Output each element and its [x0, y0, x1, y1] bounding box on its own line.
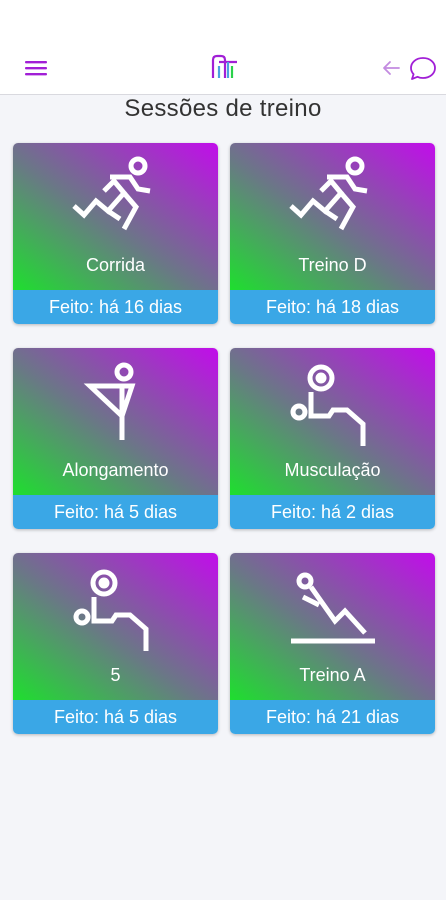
session-card-art: Treino A: [230, 553, 435, 700]
session-card-title: Corrida: [85, 255, 146, 275]
stretching-icon: [83, 362, 135, 440]
arrow-left-icon[interactable]: [380, 58, 402, 78]
running-icon: [71, 156, 150, 231]
session-card-title: 5: [110, 665, 121, 685]
session-card-5[interactable]: 5 Feito: há 5 dias: [13, 553, 218, 734]
session-card-title: Alongamento: [62, 460, 169, 480]
session-card-art: Treino D: [230, 143, 435, 290]
session-card-title: Treino D: [298, 255, 367, 275]
session-card-alongamento[interactable]: Alongamento Feito: há 5 dias: [13, 348, 218, 529]
app-bar: [0, 40, 446, 95]
session-card-corrida[interactable]: Corrida Feito: há 16 dias: [13, 143, 218, 324]
chat-bubble-icon[interactable]: [408, 54, 438, 82]
app-logo-icon: [211, 54, 237, 78]
weightlifting-icon: [73, 569, 148, 651]
session-card-last-done: Feito: há 5 dias: [13, 700, 218, 734]
session-card-art: Musculação: [230, 348, 435, 495]
session-card-musculacao[interactable]: Musculação Feito: há 2 dias: [230, 348, 435, 529]
session-card-last-done: Feito: há 21 dias: [230, 700, 435, 734]
hamburger-menu-icon[interactable]: [22, 56, 50, 80]
situp-icon: [290, 572, 375, 644]
session-card-art: Corrida: [13, 143, 218, 290]
session-card-last-done: Feito: há 18 dias: [230, 290, 435, 324]
status-bar-area: [0, 0, 446, 40]
session-card-treino-d[interactable]: Treino D Feito: há 18 dias: [230, 143, 435, 324]
session-card-art: Alongamento: [13, 348, 218, 495]
session-card-last-done: Feito: há 5 dias: [13, 495, 218, 529]
page-title: Sessões de treino: [124, 95, 322, 122]
session-card-last-done: Feito: há 16 dias: [13, 290, 218, 324]
session-card-last-done: Feito: há 2 dias: [230, 495, 435, 529]
running-icon: [288, 156, 367, 231]
session-card-title: Treino A: [299, 665, 366, 685]
session-card-treino-a[interactable]: Treino A Feito: há 21 dias: [230, 553, 435, 734]
session-card-art: 5: [13, 553, 218, 700]
session-card-title: Musculação: [284, 460, 381, 480]
weightlifting-icon: [290, 364, 365, 446]
